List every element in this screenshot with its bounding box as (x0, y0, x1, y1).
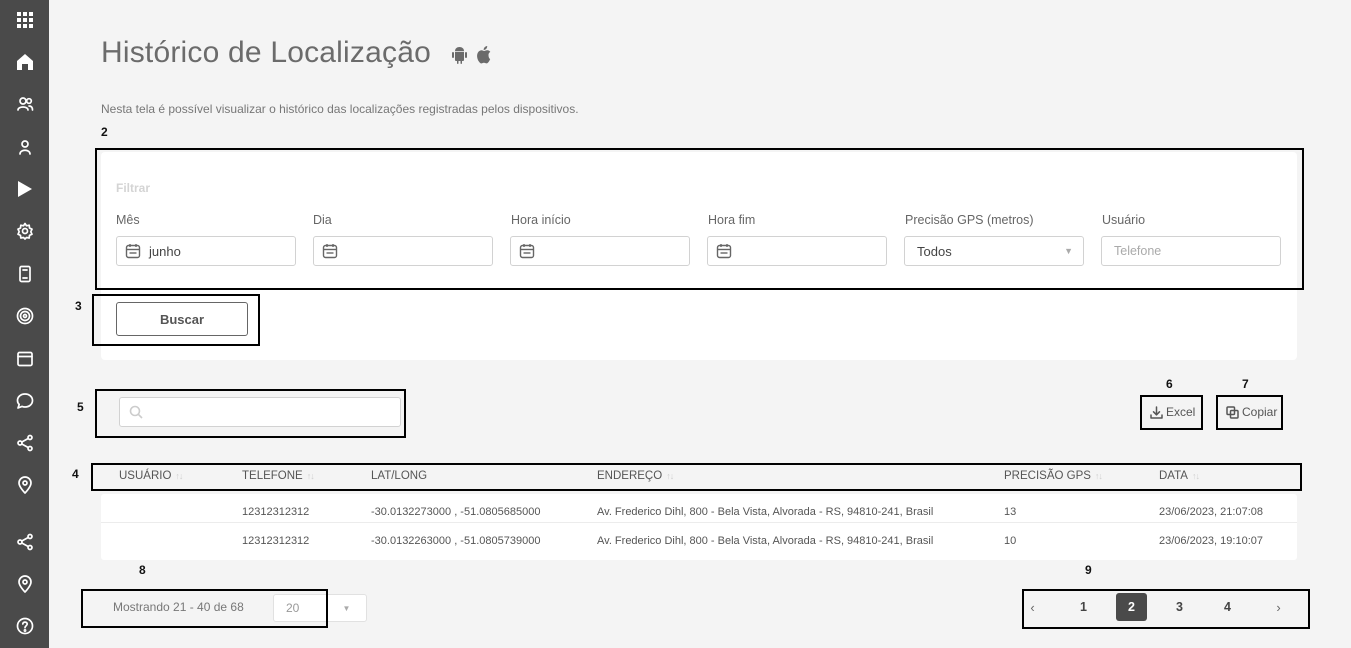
sidebar (0, 0, 49, 648)
apple-icon (477, 46, 491, 64)
page-size-value: 20 (286, 601, 300, 615)
annotation-label: 7 (1242, 377, 1249, 391)
row-divider (101, 522, 1297, 523)
next-page-button[interactable]: › (1263, 593, 1294, 621)
annotation-label: 8 (139, 563, 146, 577)
cell-telefone: 12312312312 (242, 506, 310, 518)
gps-precision-value: Todos (917, 243, 952, 259)
cell-data: 23/06/2023, 21:07:08 (1159, 506, 1263, 518)
month-value: junho (149, 243, 181, 259)
pagination-summary: Mostrando 21 - 40 de 68 (113, 600, 244, 614)
sort-icon: ↑↓ (175, 471, 183, 481)
annotation-label: 9 (1085, 563, 1092, 577)
cell-precisao: 10 (1004, 535, 1017, 547)
chat-icon[interactable] (0, 386, 49, 416)
column-header-endereco[interactable]: ENDEREÇO ↑↓ (597, 470, 674, 482)
page-button-4[interactable]: 4 (1212, 593, 1243, 621)
excel-label: Excel (1166, 405, 1196, 419)
start-time-field[interactable] (510, 236, 690, 266)
gps-precision-label: Precisão GPS (metros) (905, 213, 1034, 227)
play-store-icon[interactable] (0, 174, 49, 204)
download-icon (1150, 405, 1163, 419)
page-button-3[interactable]: 3 (1164, 593, 1195, 621)
radar-icon[interactable] (0, 301, 49, 331)
table-search-input[interactable] (119, 397, 401, 427)
month-label: Mês (116, 213, 140, 227)
sort-icon: ↑↓ (1094, 471, 1103, 481)
location-pin-icon[interactable] (0, 569, 49, 599)
start-time-label: Hora início (511, 213, 571, 227)
cell-endereco: Av. Frederico Dihl, 800 - Bela Vista, Al… (597, 506, 934, 518)
user-phone-placeholder: Telefone (1114, 244, 1162, 258)
sort-icon: ↑↓ (306, 471, 315, 481)
month-field[interactable]: junho (116, 236, 296, 266)
gear-icon[interactable] (0, 216, 49, 246)
gps-precision-select[interactable]: Todos ▼ (904, 236, 1084, 266)
filter-title: Filtrar (116, 181, 151, 195)
annotation-label: 4 (72, 467, 79, 481)
column-header-data[interactable]: DATA ↑↓ (1159, 470, 1200, 482)
home-icon[interactable] (0, 47, 49, 77)
page-title: Histórico de Localização (101, 36, 431, 69)
cell-precisao: 13 (1004, 506, 1017, 518)
chevron-down-icon: ▼ (326, 595, 366, 621)
end-time-field[interactable] (707, 236, 887, 266)
search-button[interactable]: Buscar (116, 302, 248, 336)
copy-button[interactable]: Copiar (1226, 402, 1277, 422)
page-description: Nesta tela é possível visualizar o histó… (101, 102, 579, 116)
calendar-icon (519, 243, 535, 259)
prev-page-button[interactable]: ‹ (1017, 593, 1048, 621)
share-icon[interactable] (0, 527, 49, 557)
user-label: Usuário (1102, 213, 1146, 227)
location-pin-icon[interactable] (0, 470, 49, 500)
cell-endereco: Av. Frederico Dihl, 800 - Bela Vista, Al… (597, 535, 934, 547)
sort-icon: ↑↓ (1191, 471, 1200, 481)
column-header-precisao[interactable]: PRECISÃO GPS ↑↓ (1004, 470, 1103, 482)
android-icon (452, 47, 467, 64)
platform-icons (451, 45, 493, 64)
copy-icon (1226, 405, 1239, 419)
day-field[interactable] (313, 236, 493, 266)
calendar-icon (716, 243, 732, 259)
chevron-down-icon: ▼ (1064, 246, 1073, 256)
users-icon[interactable] (0, 89, 49, 119)
help-icon[interactable] (0, 611, 49, 641)
share-icon[interactable] (0, 428, 49, 458)
column-header-usuario[interactable]: USUÁRIO ↑↓ (119, 470, 183, 482)
day-label: Dia (313, 213, 332, 227)
page-size-select[interactable]: 20 ▼ (273, 594, 367, 622)
user-icon[interactable] (0, 132, 49, 162)
copy-label: Copiar (1242, 405, 1278, 419)
page-button-1[interactable]: 1 (1068, 593, 1099, 621)
apps-grid-icon[interactable] (0, 5, 49, 35)
window-icon[interactable] (0, 344, 49, 374)
device-icon[interactable] (0, 259, 49, 289)
search-icon (129, 405, 143, 419)
table-body (101, 494, 1297, 560)
annotation-label: 2 (101, 125, 108, 139)
annotation-label: 5 (77, 400, 84, 414)
cell-telefone: 12312312312 (242, 535, 310, 547)
calendar-icon (322, 243, 338, 259)
calendar-icon (125, 243, 141, 259)
column-header-latlong[interactable]: LAT/LONG (371, 470, 427, 482)
annotation-label: 6 (1166, 377, 1173, 391)
excel-export-button[interactable]: Excel (1150, 402, 1195, 422)
column-header-telefone[interactable]: TELEFONE ↑↓ (242, 470, 315, 482)
annotation-label: 3 (75, 299, 82, 313)
cell-latlong: -30.0132263000 , -51.0805739000 (371, 535, 541, 547)
user-phone-input[interactable]: Telefone (1101, 236, 1281, 266)
cell-data: 23/06/2023, 19:10:07 (1159, 535, 1263, 547)
end-time-label: Hora fim (708, 213, 756, 227)
sort-icon: ↑↓ (666, 471, 674, 481)
cell-latlong: -30.0132273000 , -51.0805685000 (371, 506, 541, 518)
page-button-2[interactable]: 2 (1116, 593, 1147, 621)
